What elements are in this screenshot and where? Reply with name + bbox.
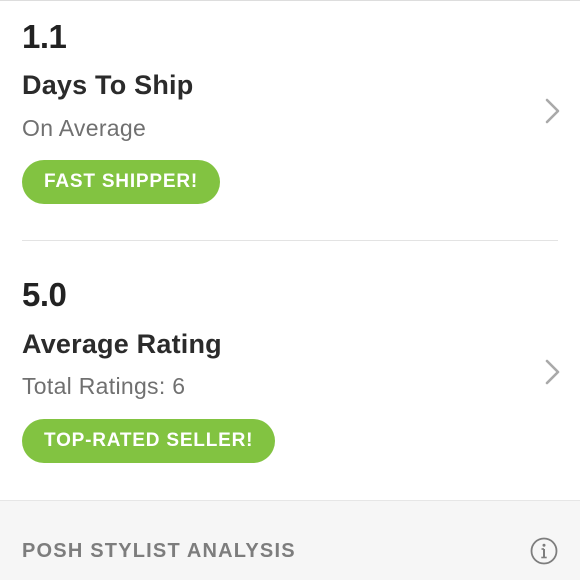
average-rating-row[interactable]: 5.0 Average Rating Total Ratings: 6 TOP-… <box>0 241 580 500</box>
seller-stats-screen: 1.1 Days To Ship On Average FAST SHIPPER… <box>0 0 580 580</box>
top-rated-seller-badge: TOP-RATED SELLER! <box>22 419 276 463</box>
chevron-right-icon[interactable] <box>542 96 564 126</box>
days-to-ship-title: Days To Ship <box>22 70 194 100</box>
average-rating-value: 5.0 <box>22 276 67 313</box>
posh-stylist-analysis-title: POSH STYLIST ANALYSIS <box>22 540 296 562</box>
days-to-ship-row[interactable]: 1.1 Days To Ship On Average FAST SHIPPER… <box>0 1 580 240</box>
days-to-ship-subtitle: On Average <box>22 115 147 141</box>
posh-stylist-analysis-section[interactable]: POSH STYLIST ANALYSIS <box>0 500 580 580</box>
info-icon[interactable] <box>530 537 558 565</box>
chevron-right-icon[interactable] <box>542 357 564 387</box>
total-ratings-count: Total Ratings: 6 <box>22 373 186 399</box>
fast-shipper-badge: FAST SHIPPER! <box>22 160 220 204</box>
days-to-ship-value: 1.1 <box>22 18 67 55</box>
average-rating-title: Average Rating <box>22 329 222 359</box>
